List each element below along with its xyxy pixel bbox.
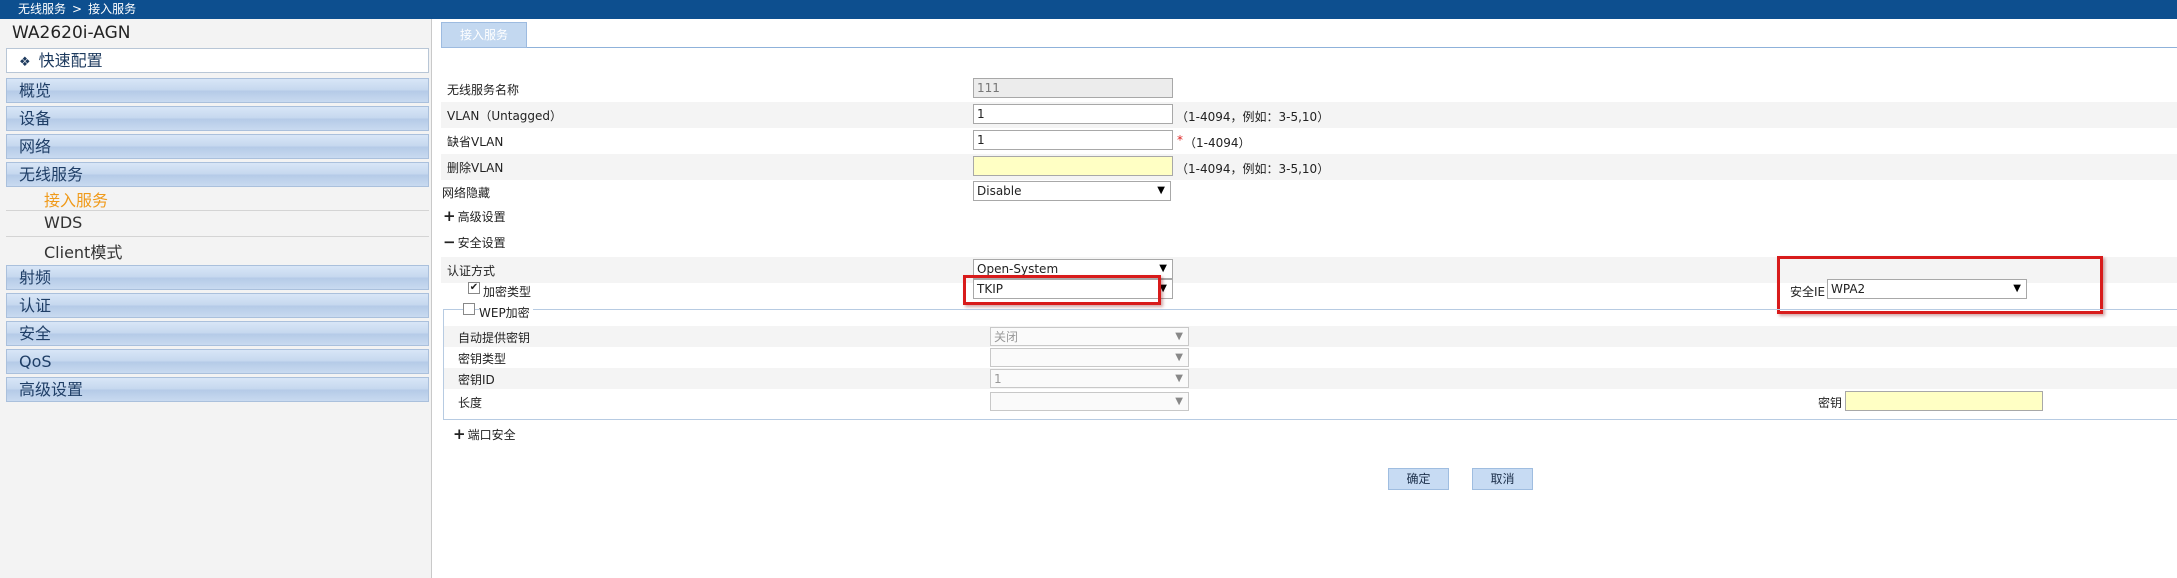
sidebar-item-label: 设备	[19, 109, 52, 128]
security-settings-label: 安全设置	[457, 236, 506, 250]
sidebar-item-advanced[interactable]: 高级设置	[6, 377, 429, 402]
ok-button[interactable]: 确定	[1388, 468, 1449, 490]
sidebar-item-label: 无线服务	[19, 165, 84, 184]
delete-vlan-field[interactable]	[973, 156, 1173, 176]
default-vlan-hint: （1-4094）	[1184, 136, 1251, 150]
default-vlan-field[interactable]: 1	[973, 130, 1173, 150]
service-name-field: 111	[973, 78, 1173, 98]
key-id-value: 1	[994, 372, 1002, 386]
length-label: 长度	[458, 396, 483, 410]
port-security-label: 端口安全	[467, 428, 516, 442]
plus-icon: +	[453, 425, 466, 443]
cipher-label: 加密类型	[483, 285, 532, 299]
delete-vlan-label: 删除VLAN	[447, 161, 504, 175]
dropdown-arrow-icon: ▼	[1175, 373, 1183, 384]
auto-key-select[interactable]: 关闭 ▼	[990, 327, 1189, 346]
dropdown-arrow-icon: ▼	[1175, 352, 1183, 363]
sidebar-item-label: QoS	[19, 352, 52, 371]
service-name-label: 无线服务名称	[447, 83, 520, 97]
sidebar-item-device[interactable]: 设备	[6, 106, 429, 131]
row-length: 长度 ▼ 密钥	[444, 389, 2177, 414]
cipher-checkbox[interactable]: ✔	[468, 282, 480, 294]
row-service-name: 无线服务名称 111	[441, 76, 2177, 102]
sidebar-item-overview[interactable]: 概览	[6, 78, 429, 103]
sidebar-item-label: 射频	[19, 268, 52, 287]
minus-icon: −	[443, 233, 456, 251]
dropdown-arrow-icon: ▼	[1175, 396, 1183, 407]
sidebar-subitem-client-mode[interactable]: Client模式	[44, 239, 122, 263]
row-default-vlan: 缺省VLAN 1 * （1-4094）	[441, 128, 2177, 154]
sidebar-subitem-wds[interactable]: WDS	[44, 213, 82, 232]
cancel-button[interactable]: 取消	[1472, 468, 1533, 490]
key-id-label: 密钥ID	[458, 373, 495, 387]
row-key-type: 密钥类型 ▼	[444, 347, 2177, 368]
key-field[interactable]	[1845, 391, 2043, 411]
row-auto-key: 自动提供密钥 关闭 ▼	[444, 326, 2177, 347]
auth-mode-value: Open-System	[977, 262, 1059, 276]
diamond-icon: ❖	[19, 55, 31, 70]
sidebar: WA2620i-AGN ❖ 快速配置 概览 设备 网络 无线服务 接入服务 WDS…	[0, 19, 432, 578]
highlight-box-cipher	[963, 275, 1161, 305]
breadcrumb-parent[interactable]: 无线服务	[18, 2, 66, 16]
auth-mode-label: 认证方式	[447, 264, 496, 278]
sidebar-item-radio[interactable]: 射频	[6, 265, 429, 290]
sidebar-item-label: 认证	[19, 296, 52, 315]
dropdown-arrow-icon: ▼	[1157, 185, 1165, 196]
sidebar-item-network[interactable]: 网络	[6, 134, 429, 159]
required-mark: *	[1177, 133, 1183, 147]
dropdown-arrow-icon: ▼	[1175, 331, 1183, 342]
sidebar-item-qos[interactable]: QoS	[6, 349, 429, 374]
sidebar-item-auth[interactable]: 认证	[6, 293, 429, 318]
breadcrumb-current: 接入服务	[88, 2, 137, 16]
network-hide-label: 网络隐藏	[442, 186, 491, 200]
sidebar-item-wireless-service[interactable]: 无线服务	[6, 162, 429, 187]
page: 无线服务 > 接入服务 WA2620i-AGN ❖ 快速配置 概览 设备 网络 无线服…	[0, 0, 2177, 578]
auto-key-value: 关闭	[994, 330, 1019, 344]
sidebar-item-label: 网络	[19, 137, 52, 156]
advanced-settings-toggle[interactable]: + 高级设置	[443, 207, 506, 225]
security-settings-toggle[interactable]: − 安全设置	[443, 233, 506, 251]
highlight-box-security-ie	[1777, 256, 2103, 314]
key-type-select[interactable]: ▼	[990, 348, 1189, 367]
delete-vlan-hint: （1-4094，例如：3-5,10）	[1176, 162, 1330, 176]
default-vlan-label: 缺省VLAN	[447, 135, 504, 149]
plus-icon: +	[443, 207, 456, 225]
auto-key-label: 自动提供密钥	[458, 331, 531, 345]
port-security-toggle[interactable]: + 端口安全	[453, 425, 516, 443]
key-type-label: 密钥类型	[458, 352, 507, 366]
wep-label: WEP加密	[479, 304, 533, 321]
main-panel: 接入服务 无线服务名称 111 VLAN（Untagged） 1 （1-4094…	[441, 19, 2177, 578]
row-key-id: 密钥ID 1 ▼	[444, 368, 2177, 389]
key-label: 密钥	[1818, 396, 1843, 410]
network-hide-value: Disable	[977, 184, 1022, 198]
sidebar-quick-config-label: 快速配置	[38, 51, 103, 70]
sidebar-item-security[interactable]: 安全	[6, 321, 429, 346]
row-network-hide: 网络隐藏 Disable ▼	[441, 180, 2177, 206]
length-select[interactable]: ▼	[990, 392, 1189, 411]
sidebar-divider	[6, 210, 429, 211]
tab-underline	[441, 47, 2177, 48]
key-id-select[interactable]: 1 ▼	[990, 369, 1189, 388]
row-vlan-untagged: VLAN（Untagged） 1 （1-4094，例如：3-5,10）	[441, 102, 2177, 128]
vlan-untagged-label: VLAN（Untagged）	[447, 109, 563, 123]
advanced-settings-label: 高级设置	[457, 210, 506, 224]
sidebar-item-label: 高级设置	[19, 380, 84, 399]
network-hide-select[interactable]: Disable ▼	[973, 181, 1171, 201]
sidebar-subitem-access-service[interactable]: 接入服务	[44, 187, 108, 211]
sidebar-divider	[6, 236, 429, 237]
tab-access-service[interactable]: 接入服务	[441, 22, 527, 48]
row-delete-vlan: 删除VLAN （1-4094，例如：3-5,10）	[441, 154, 2177, 180]
sidebar-item-label: 安全	[19, 324, 52, 343]
sidebar-item-label: 概览	[19, 81, 52, 100]
breadcrumb-separator: >	[72, 2, 83, 16]
breadcrumb: 无线服务 > 接入服务	[0, 0, 2177, 19]
device-name: WA2620i-AGN	[12, 23, 131, 43]
wep-checkbox[interactable]	[463, 303, 475, 315]
vlan-untagged-field[interactable]: 1	[973, 104, 1173, 124]
sidebar-quick-config[interactable]: ❖ 快速配置	[6, 48, 429, 73]
vlan-untagged-hint: （1-4094，例如：3-5,10）	[1176, 110, 1330, 124]
